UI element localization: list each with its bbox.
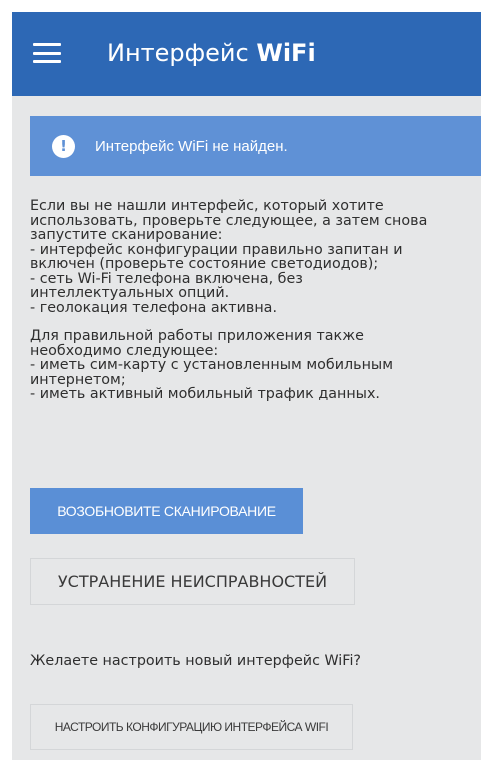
hamburger-menu-icon[interactable] bbox=[33, 41, 61, 65]
setup-question: Желаете настроить новый интерфейс WiFi? bbox=[30, 653, 362, 669]
instructions-paragraph-1: Если вы не нашли интерфейс, который хоти… bbox=[30, 198, 428, 316]
app-bar: Интерфейс WiFi bbox=[12, 12, 481, 96]
instructions-paragraph-2: Для правильной работы приложения также н… bbox=[30, 328, 393, 402]
troubleshoot-button[interactable]: УСТРАНЕНИЕ НЕИСПРАВНОСТЕЙ bbox=[30, 558, 355, 605]
error-alert: ! Интерфейс WiFi не найден. bbox=[30, 116, 481, 176]
page-title-bold: WiFi bbox=[256, 39, 316, 67]
alert-message: Интерфейс WiFi не найден. bbox=[95, 137, 288, 155]
app-screen: Интерфейс WiFi ! Интерфейс WiFi не найде… bbox=[12, 12, 481, 760]
exclamation-icon: ! bbox=[52, 134, 75, 158]
page-title: Интерфейс WiFi bbox=[107, 39, 316, 67]
rescan-button[interactable]: ВОЗОБНОВИТЕ СКАНИРОВАНИЕ bbox=[30, 488, 303, 534]
page-title-prefix: Интерфейс bbox=[107, 39, 257, 67]
configure-interface-button[interactable]: НАСТРОИТЬ КОНФИГУРАЦИЮ ИНТЕРФЕЙСА WIFI bbox=[30, 704, 353, 750]
instructions-text: Если вы не нашли интерфейс, который хоти… bbox=[30, 199, 470, 402]
